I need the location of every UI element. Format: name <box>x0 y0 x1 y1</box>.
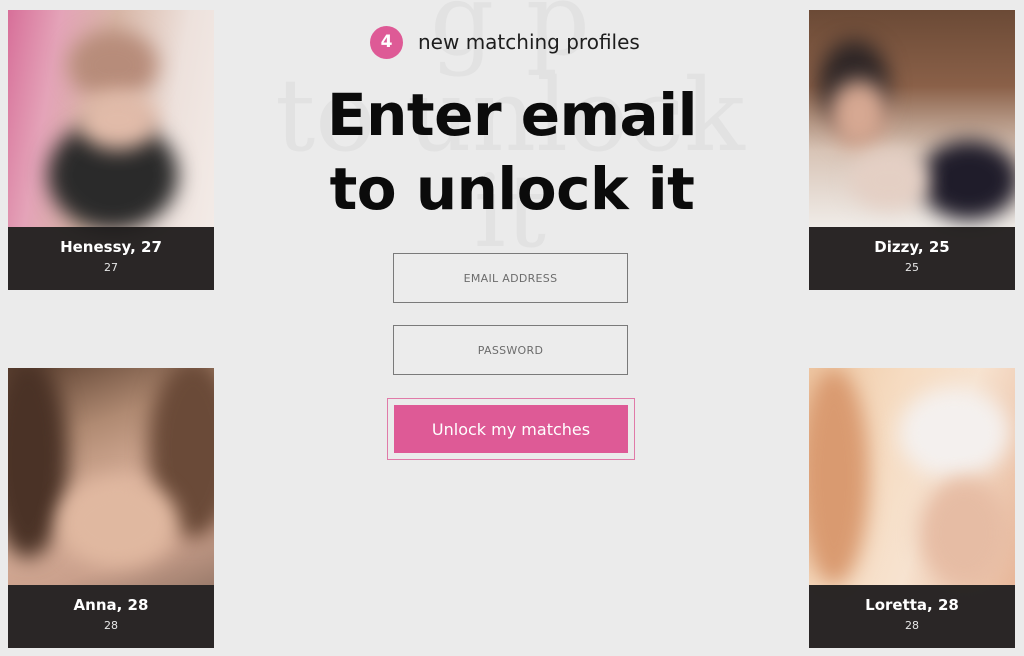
profile-age: 27 <box>104 261 118 274</box>
profile-photo <box>8 368 214 585</box>
title-line-1: Enter email <box>327 81 697 149</box>
profile-info: Anna, 28 28 <box>8 585 214 648</box>
profile-name: Loretta, 28 <box>865 596 959 614</box>
profile-photo <box>8 10 214 230</box>
page-title: Enter email to unlock it <box>262 78 762 226</box>
profile-card[interactable]: Loretta, 28 28 <box>809 368 1015 648</box>
unlock-matches-button[interactable]: Unlock my matches <box>394 405 628 453</box>
password-field[interactable] <box>393 325 628 375</box>
profile-age: 25 <box>905 261 919 274</box>
profile-name: Henessy, 27 <box>60 238 162 256</box>
profile-info: Loretta, 28 28 <box>809 585 1015 648</box>
email-field[interactable] <box>393 253 628 303</box>
profile-card[interactable]: Anna, 28 28 <box>8 368 214 648</box>
match-count-label: new matching profiles <box>418 30 640 54</box>
matching-profiles-notice: 4 new matching profiles <box>370 25 640 59</box>
unlock-button-frame: Unlock my matches <box>387 398 635 460</box>
title-line-2: to unlock it <box>329 155 695 223</box>
profile-info: Dizzy, 25 25 <box>809 227 1015 290</box>
profile-photo <box>809 10 1015 227</box>
profile-name: Dizzy, 25 <box>874 238 950 256</box>
profile-name: Anna, 28 <box>73 596 149 614</box>
profile-age: 28 <box>905 619 919 632</box>
profile-card[interactable]: Henessy, 27 27 <box>8 10 214 290</box>
profile-info: Henessy, 27 27 <box>8 227 214 290</box>
profile-photo <box>809 368 1015 588</box>
profile-age: 28 <box>104 619 118 632</box>
match-count-badge: 4 <box>370 25 403 59</box>
profile-card[interactable]: Dizzy, 25 25 <box>809 10 1015 290</box>
